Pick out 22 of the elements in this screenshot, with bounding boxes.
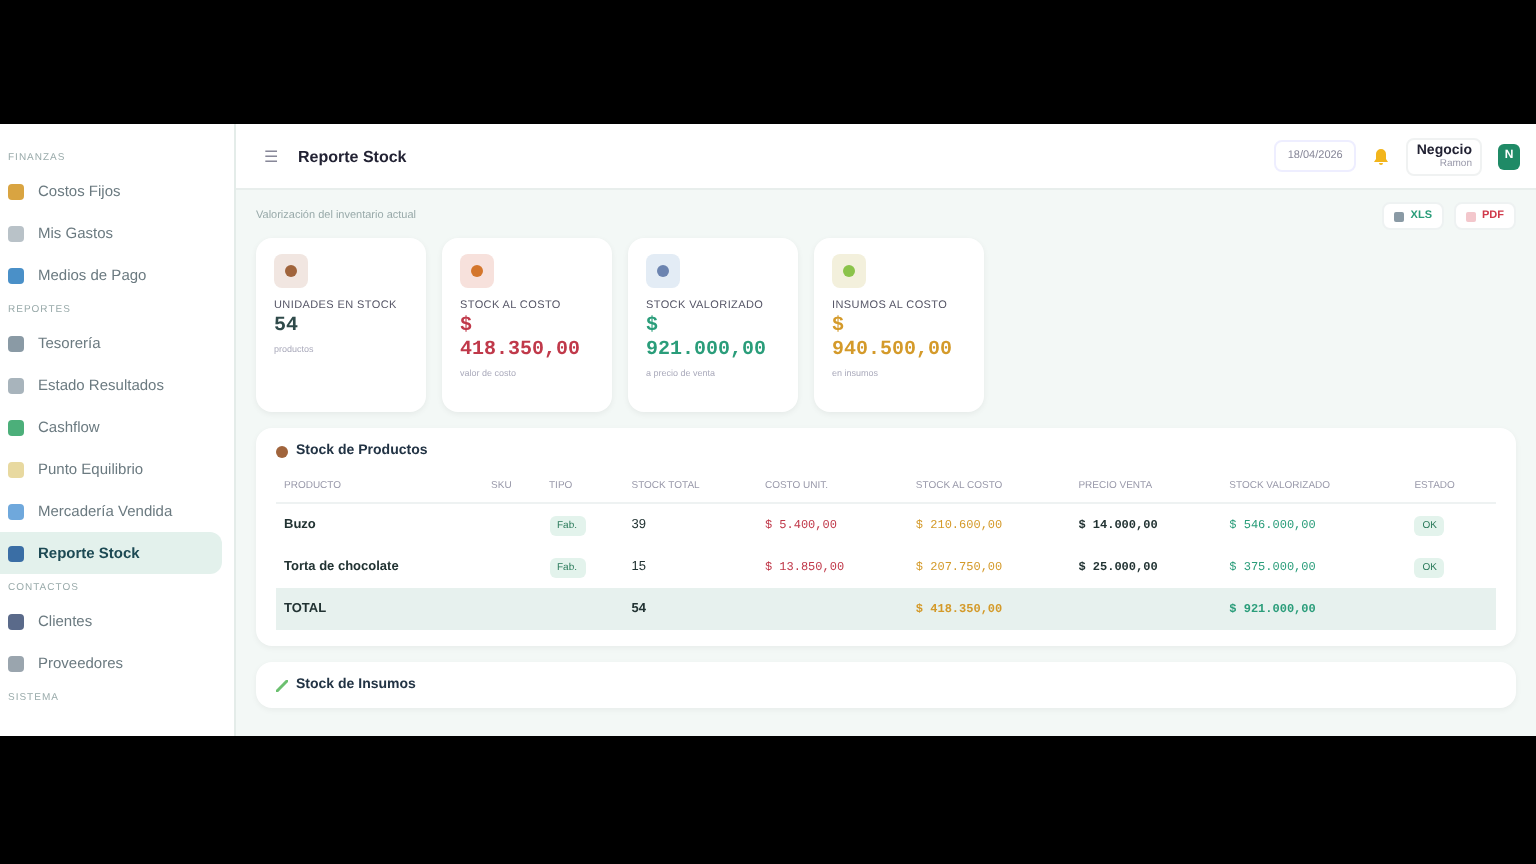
- stat-value: $ 418.350,00: [460, 316, 583, 364]
- menu-item-icon: [8, 183, 24, 199]
- menu-item-icon: [8, 377, 24, 393]
- card-icon: [646, 254, 680, 288]
- page-title: Reporte Stock: [298, 147, 409, 165]
- card-icon: [460, 254, 494, 288]
- menu-item-icon: [8, 267, 24, 283]
- card-icon: [832, 254, 866, 288]
- menu-item-icon: [8, 461, 24, 477]
- menu-item-icon: [8, 225, 24, 241]
- stat-value: $ 921.000,00: [646, 316, 769, 364]
- bell-icon[interactable]: [1372, 146, 1391, 166]
- stat-value: $ 940.500,00: [832, 316, 955, 364]
- menu-item-icon: [8, 419, 24, 435]
- menu-item-icon: [8, 335, 24, 351]
- menu-item-icon: [8, 503, 24, 519]
- card-icon: [274, 254, 308, 288]
- menu-item-icon: [8, 545, 24, 561]
- menu-item-icon: [8, 613, 24, 629]
- stat-value: 54: [274, 316, 301, 340]
- menu-button[interactable]: ☰: [260, 147, 282, 165]
- menu-item-icon: [8, 655, 24, 671]
